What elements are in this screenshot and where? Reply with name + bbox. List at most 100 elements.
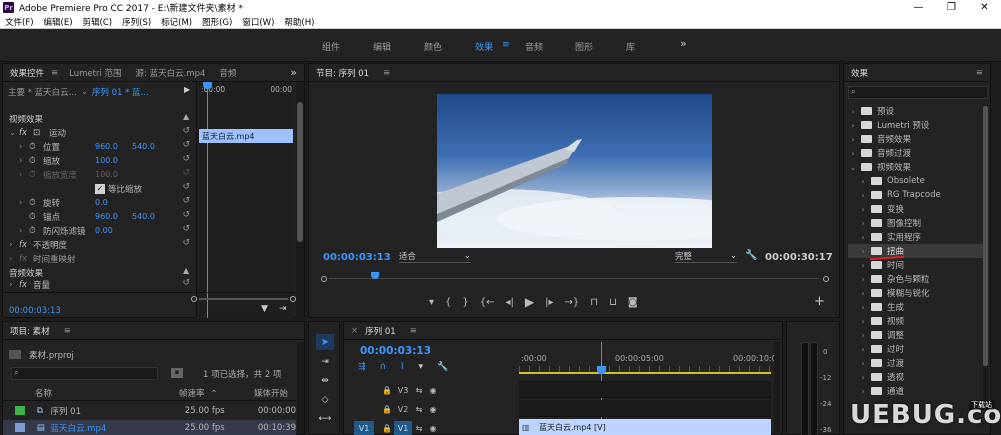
track-label[interactable]: V2	[394, 402, 412, 416]
collapse-arrow-icon[interactable]: ›	[19, 198, 29, 208]
effects-item-transition[interactable]: › 过渡	[858, 356, 904, 370]
collapse-arrow-icon[interactable]: ›	[9, 280, 19, 289]
add-button-icon[interactable]: +	[814, 294, 825, 309]
timeline-title[interactable]: 序列 01	[365, 325, 403, 337]
effects-item-noise-grain[interactable]: › 杂色与颗粒	[858, 272, 929, 286]
lift-icon[interactable]: ⊓	[590, 297, 598, 308]
new-bin-icon[interactable]: ▪	[171, 368, 183, 378]
mark-out-icon[interactable]: }	[462, 297, 468, 308]
checkbox-checked-icon[interactable]: ✓	[95, 183, 105, 194]
effects-panel-title[interactable]: 效果	[844, 67, 875, 79]
column-media-start[interactable]: 媒体开始	[254, 387, 288, 399]
project-scrollbar[interactable]	[297, 342, 304, 434]
workspace-assembly[interactable]: 组件	[322, 40, 340, 53]
transform-box-icon[interactable]: ⊡	[33, 128, 49, 138]
effect-controls-scrollbar[interactable]	[296, 82, 304, 318]
filter-icon[interactable]: ▼	[261, 304, 268, 314]
workspace-audio[interactable]: 音频	[525, 40, 543, 53]
anchor-reset-icon[interactable]: ↺	[182, 210, 190, 220]
effects-item-generate[interactable]: › 生成	[858, 300, 904, 314]
close-tab-icon[interactable]: ×	[344, 326, 365, 336]
effects-item-time[interactable]: › 时间	[858, 258, 904, 272]
project-menu-icon[interactable]: ≡	[57, 326, 78, 336]
expand-arrow-icon[interactable]: ⌄	[9, 128, 19, 138]
fx-badge[interactable]: fx	[19, 280, 33, 289]
effects-item-blur-sharpen[interactable]: › 模糊与锐化	[858, 286, 929, 300]
video-effects-arrow-icon[interactable]: ▲	[183, 112, 189, 121]
motion-reset-icon[interactable]: ↺	[182, 126, 190, 136]
rotation-reset-icon[interactable]: ↺	[182, 196, 190, 206]
chevron-down-icon[interactable]: ⌄	[81, 87, 88, 97]
snap-icon[interactable]: ∩	[380, 362, 387, 374]
label-color-swatch[interactable]	[15, 406, 25, 415]
collapse-arrow-icon[interactable]: ›	[19, 142, 29, 152]
menu-edit[interactable]: 编辑(E)	[39, 16, 78, 28]
column-fps[interactable]: 帧速率 ⌃	[179, 387, 254, 399]
selection-tool-icon[interactable]: ➤	[316, 334, 334, 350]
workspace-color[interactable]: 颜色	[424, 40, 442, 53]
stopwatch-icon[interactable]: ⏱	[29, 226, 43, 236]
sync-lock-icon[interactable]: ⇆	[412, 383, 426, 397]
mini-playhead[interactable]	[207, 82, 208, 318]
rotation-value[interactable]: 0.0	[95, 198, 108, 207]
tab-effect-controls[interactable]: 效果控件	[3, 67, 51, 79]
go-to-out-icon[interactable]: →}	[565, 297, 580, 308]
workspace-graphics[interactable]: 图形	[575, 40, 593, 53]
maximize-button[interactable]: ❐	[935, 0, 968, 15]
effects-item-lumetri-presets[interactable]: › Lumetri 预设	[848, 118, 929, 132]
scale-reset-icon[interactable]: ↺	[182, 154, 190, 164]
timeline-clip[interactable]: 蓝天白云.mp4 [V]	[519, 419, 771, 435]
add-marker-icon[interactable]: ▾	[429, 297, 434, 308]
workspace-editing[interactable]: 编辑	[373, 40, 391, 53]
wrench-icon[interactable]: 🔧	[745, 250, 757, 261]
sort-up-icon[interactable]: ⌃	[211, 389, 218, 399]
linked-selection-icon[interactable]: ⌇	[400, 362, 404, 374]
project-row[interactable]: ▤ 蓝天白云.mp4 25.00 fps 00:10:39	[3, 420, 296, 435]
menu-graphics[interactable]: 图形(G)	[197, 16, 237, 28]
eye-icon[interactable]: ◉	[426, 421, 440, 435]
step-back-icon[interactable]: ◂|	[506, 297, 514, 308]
motion-row[interactable]: ⌄ fx ⊡ 运动	[9, 126, 66, 139]
label-color-swatch[interactable]	[15, 423, 25, 432]
anchor-x-value[interactable]: 960.0	[95, 212, 132, 221]
eye-icon[interactable]: ◉	[426, 383, 440, 397]
slip-tool-icon[interactable]: ⟷	[316, 412, 334, 426]
source-patch[interactable]: V1	[354, 421, 374, 435]
effects-item-presets[interactable]: › 预设	[848, 104, 894, 118]
program-timecode[interactable]: 00:00:03:13	[323, 252, 391, 263]
project-search-input[interactable]: ⌕	[11, 367, 158, 380]
effects-item-rg-trapcode[interactable]: › RG Trapcode	[858, 188, 940, 202]
effects-item-perspective[interactable]: › 透视	[858, 370, 904, 384]
volume-reset-icon[interactable]: ↺	[182, 278, 190, 288]
effects-menu-icon[interactable]: ≡	[969, 68, 990, 78]
play-icon[interactable]: ▶	[525, 295, 534, 309]
uniform-scale-row[interactable]: ✓ 等比缩放	[95, 182, 142, 195]
sync-lock-icon[interactable]: ⇆	[412, 402, 426, 416]
nest-icon[interactable]: ⇶	[358, 362, 366, 374]
program-scrubber[interactable]	[321, 271, 829, 283]
minimize-button[interactable]: —	[902, 0, 935, 15]
track-label[interactable]: V3	[394, 383, 412, 397]
sync-lock-icon[interactable]: ⇆	[412, 421, 426, 435]
ripple-edit-tool-icon[interactable]: ⇹	[316, 374, 334, 388]
lock-icon[interactable]: 🔒	[380, 402, 394, 416]
lock-icon[interactable]: 🔒	[380, 383, 394, 397]
mini-playhead-handle[interactable]	[203, 82, 212, 89]
fx-badge[interactable]: fx	[19, 128, 33, 138]
extract-icon[interactable]: ⊔	[609, 297, 617, 308]
workspace-menu-icon[interactable]: ≡	[502, 40, 510, 50]
fx-badge[interactable]: fx	[19, 240, 33, 250]
track-select-tool-icon[interactable]: ⇥	[316, 355, 334, 369]
track-label[interactable]: V1	[394, 421, 412, 435]
scrollbar-thumb[interactable]	[297, 102, 303, 242]
scale-value[interactable]: 100.0	[95, 156, 118, 165]
timeline-playhead[interactable]	[597, 366, 606, 374]
program-video-frame[interactable]	[437, 94, 712, 248]
step-forward-icon[interactable]: |▸	[545, 297, 553, 308]
collapse-arrow-icon[interactable]: ›	[9, 254, 19, 264]
menu-marker[interactable]: 标记(M)	[156, 16, 197, 28]
stopwatch-icon[interactable]: ⏱	[29, 142, 43, 152]
flicker-value[interactable]: 0.00	[95, 226, 113, 235]
collapse-arrow-icon[interactable]: ›	[19, 226, 29, 236]
effects-item-transform[interactable]: › 变换	[858, 202, 904, 216]
